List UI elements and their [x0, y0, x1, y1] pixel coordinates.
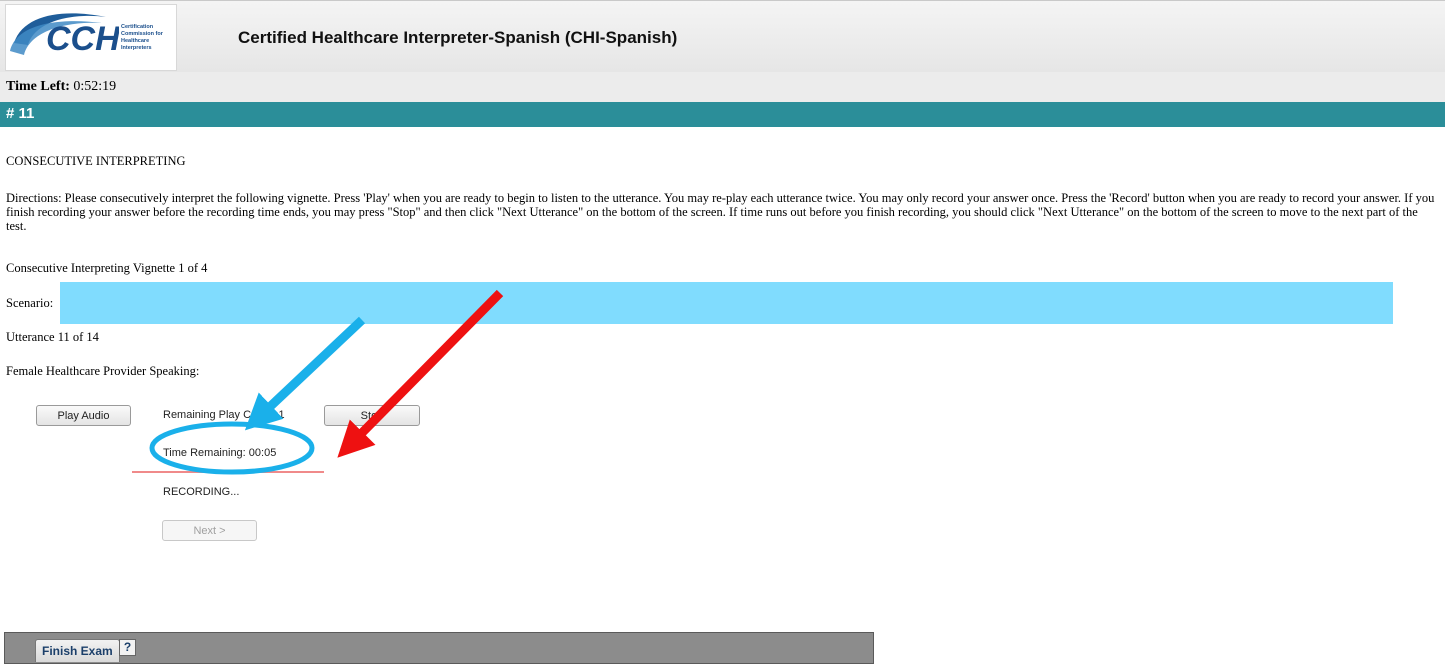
svg-text:Commission for: Commission for: [121, 31, 164, 37]
time-left-label: Time Left:: [6, 79, 70, 94]
time-left-bar: Time Left: 0:52:19: [0, 72, 1445, 102]
directions-text: Directions: Please consecutively interpr…: [6, 191, 1435, 233]
svg-text:Healthcare: Healthcare: [121, 38, 149, 44]
cchi-logo: CCHI Certification Commission for Health…: [5, 4, 177, 71]
play-audio-button[interactable]: Play Audio: [36, 405, 131, 426]
logo-wordmark: CCHI: [46, 20, 131, 58]
vignette-label: Consecutive Interpreting Vignette 1 of 4: [6, 261, 208, 275]
scenario-label: Scenario:: [6, 296, 54, 310]
footer-bar: Finish Exam ?: [4, 632, 874, 664]
red-underline-annotation: [132, 471, 324, 473]
blue-arrow-annotation: [244, 316, 366, 431]
recording-status: RECORDING...: [163, 486, 240, 498]
exam-title: Certified Healthcare Interpreter-Spanish…: [238, 28, 678, 47]
svg-text:Interpreters: Interpreters: [121, 45, 152, 51]
speaker-label: Female Healthcare Provider Speaking:: [6, 364, 200, 378]
time-left-value: 0:52:19: [73, 79, 117, 94]
cchi-logo-graphic: CCHI Certification Commission for Health…: [10, 13, 173, 58]
help-icon[interactable]: ?: [119, 639, 136, 656]
scenario-highlight: [60, 282, 1393, 324]
utterance-label: Utterance 11 of 14: [6, 330, 99, 344]
remaining-play-count: Remaining Play Count: 1: [163, 409, 285, 421]
time-remaining: Time Remaining: 00:05: [163, 447, 277, 459]
next-button[interactable]: Next >: [162, 520, 257, 541]
question-number: # 11: [6, 105, 35, 122]
exam-header: CCHI Certification Commission for Health…: [0, 0, 1445, 73]
finish-exam-button[interactable]: Finish Exam: [35, 639, 120, 662]
question-number-bar: # 11: [0, 102, 1445, 127]
svg-text:Certification: Certification: [121, 24, 154, 30]
section-title: CONSECUTIVE INTERPRETING: [6, 154, 186, 168]
stop-button[interactable]: Stop: [324, 405, 420, 426]
